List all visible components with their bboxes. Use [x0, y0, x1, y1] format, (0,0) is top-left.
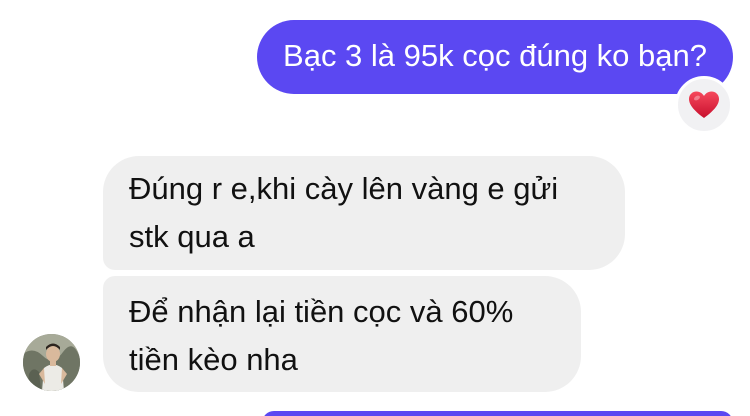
incoming-message-line: tiền kèo nha [129, 342, 298, 377]
incoming-message-line: Để nhận lại tiền cọc và 60% [129, 294, 514, 329]
heart-icon [689, 91, 719, 118]
outgoing-message-text: Bạc 3 là 95k cọc đúng ko bạn? [283, 38, 707, 73]
outgoing-message-bubble[interactable]: Bạc 3 là 95k cọc đúng ko bạn? [257, 20, 733, 94]
avatar-photo-icon [23, 334, 80, 391]
incoming-message-bubble[interactable]: Để nhận lại tiền cọc và 60% tiền kèo nha [103, 276, 581, 392]
chat-thread: Bạc 3 là 95k cọc đúng ko bạn? Đúng r e,k… [0, 0, 750, 416]
incoming-message-bubble[interactable]: Đúng r e,khi cày lên vàng e gửi stk qua … [103, 156, 625, 270]
message-reaction[interactable] [675, 76, 733, 134]
incoming-message-line: stk qua a [129, 219, 255, 254]
outgoing-message-bubble-partial [262, 411, 733, 416]
contact-avatar[interactable] [23, 334, 80, 391]
incoming-message-line: Đúng r e,khi cày lên vàng e gửi [129, 171, 559, 206]
